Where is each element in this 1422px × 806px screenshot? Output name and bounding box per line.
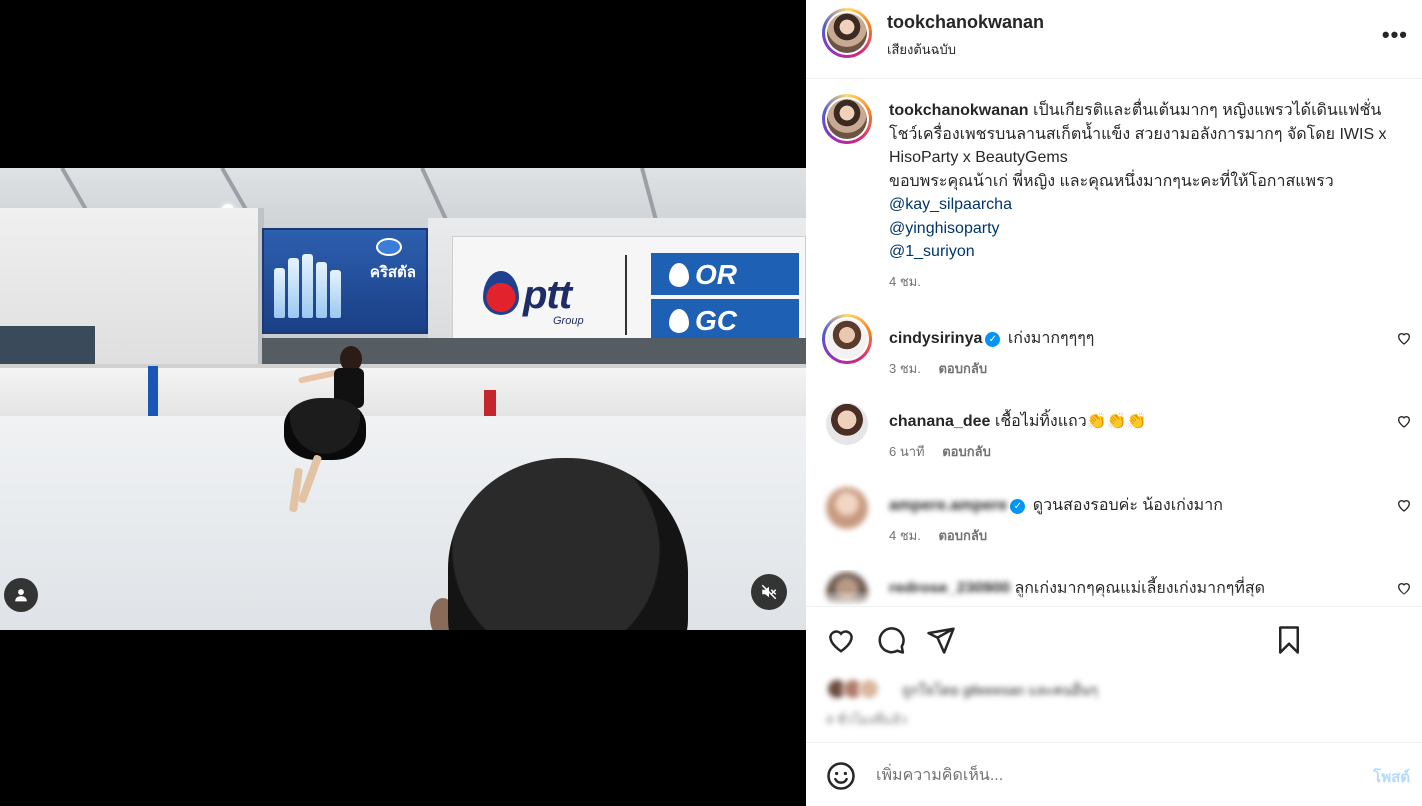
comment-item: chanana_dee เชื้อไม่ทิ้งแถว👏👏👏 6 นาที ตอ…: [806, 403, 1422, 483]
author-avatar[interactable]: [822, 8, 872, 58]
media-pane: คริสตัล ptt Group OR GC: [0, 0, 806, 806]
post-time-ago[interactable]: 4 ชั่วโมงที่แล้ว: [826, 709, 907, 730]
comment-composer: โพสต์: [806, 742, 1422, 806]
mention-link[interactable]: @kay_silpaarcha: [889, 193, 1409, 217]
crystal-logo: [376, 238, 402, 256]
user-icon: [15, 589, 27, 602]
post-caption: tookchanokwanan เป็นเกียรติและตื่นเต้นมา…: [889, 99, 1409, 293]
tagged-users-button[interactable]: [4, 578, 38, 612]
comment-time[interactable]: 3 ชม.: [889, 361, 921, 376]
author-username[interactable]: tookchanokwanan: [887, 12, 1044, 33]
sponsor-banner-ptt: ptt Group OR GC: [452, 236, 806, 348]
reply-button[interactable]: ตอบกลับ: [938, 528, 987, 543]
post-header: tookchanokwanan เสียงต้นฉบับ •••: [806, 0, 1422, 79]
caption-author-avatar[interactable]: [822, 94, 872, 144]
comment-text: ampere.ampere ✓ ดูวนสองรอบค่ะ น้องเก่งมาก: [889, 493, 1223, 518]
commenter-avatar[interactable]: [826, 403, 868, 445]
reply-button[interactable]: ตอบกลับ: [938, 361, 987, 376]
comment-item: ampere.ampere ✓ ดูวนสองรอบค่ะ น้องเก่งมาก…: [806, 487, 1422, 567]
reply-button[interactable]: ตอบกลับ: [942, 444, 991, 459]
mute-toggle-button[interactable]: [751, 574, 787, 610]
comment-like-heart-icon[interactable]: [1396, 497, 1412, 513]
stands: [0, 326, 95, 366]
ptt-logo-group: Group: [553, 315, 584, 327]
comments-fade: [806, 590, 1422, 606]
post-video[interactable]: คริสตัล ptt Group OR GC: [0, 168, 806, 630]
comment-like-heart-icon[interactable]: [1396, 413, 1412, 429]
verified-badge-icon: ✓: [985, 332, 1001, 347]
bookmark-icon[interactable]: [1274, 625, 1304, 655]
likes-summary[interactable]: ถูกใจโดย g8eeesan และคนอื่นๆ: [826, 676, 1386, 702]
comment-input[interactable]: [876, 763, 1336, 789]
bottle-graphic: [288, 258, 299, 318]
smiley-icon[interactable]: [826, 761, 856, 791]
ptt-logo-wordmark: ptt: [523, 273, 572, 317]
gc-logo: GC: [651, 299, 799, 343]
rink-boards: [0, 364, 806, 422]
comment-like-heart-icon[interactable]: [1396, 330, 1412, 346]
comment-time[interactable]: 4 ชม.: [889, 528, 921, 543]
comment-username[interactable]: cindysirinya: [889, 330, 982, 347]
comment-time[interactable]: 6 นาที: [889, 444, 925, 459]
post-viewer: คริสตัล ptt Group OR GC tookchanokwanan …: [0, 0, 1422, 806]
audio-label[interactable]: เสียงต้นฉบับ: [887, 39, 956, 60]
bottle-graphic: [274, 268, 285, 318]
comment-meta: 3 ชม. ตอบกลับ: [889, 358, 987, 379]
comment-text: chanana_dee เชื้อไม่ทิ้งแถว👏👏👏: [889, 409, 1146, 434]
bottle-graphic: [330, 270, 341, 318]
comment-username[interactable]: ampere.ampere: [889, 497, 1007, 514]
post-details-panel: tookchanokwanan เสียงต้นฉบับ ••• tookcha…: [806, 0, 1422, 806]
caption-thanks: ขอบพระคุณน้าเก่ พี่หญิง และคุณหนึ่งมากๆน…: [889, 172, 1334, 190]
comment-meta: 6 นาที ตอบกลับ: [889, 441, 991, 462]
action-bar: [806, 606, 1422, 670]
or-logo: OR: [651, 253, 799, 295]
comment-body: ดูวนสองรอบค่ะ น้องเก่งมาก: [1032, 497, 1223, 514]
bottle-graphic: [302, 254, 313, 318]
comment-bubble-icon[interactable]: [876, 625, 906, 655]
comment-item: cindysirinya ✓ เก่งมากๆๆๆๆ 3 ชม. ตอบกลับ: [806, 314, 1422, 400]
comment-username[interactable]: chanana_dee: [889, 413, 990, 430]
commenter-avatar[interactable]: [826, 487, 868, 529]
verified-badge-icon: ✓: [1010, 499, 1026, 514]
mention-link[interactable]: @1_suriyon: [889, 240, 1409, 264]
post-comment-button[interactable]: โพสต์: [1373, 765, 1410, 789]
paper-plane-icon[interactable]: [926, 625, 956, 655]
likes-text[interactable]: ถูกใจโดย g8eeesan และคนอื่นๆ: [902, 680, 1098, 702]
muted-speaker-icon: [761, 584, 777, 600]
banner-divider: [625, 255, 627, 335]
crystal-brand-mark: คริสตัล: [369, 264, 416, 281]
comment-meta: 4 ชม. ตอบกลับ: [889, 525, 987, 546]
comment-body: เชื้อไม่ทิ้งแถว👏👏👏: [994, 413, 1147, 430]
liker-avatar: [858, 678, 880, 700]
caption-timestamp[interactable]: 4 ชม.: [889, 270, 1409, 294]
comment-text: cindysirinya ✓ เก่งมากๆๆๆๆ: [889, 326, 1094, 351]
more-options-button[interactable]: •••: [1382, 22, 1408, 48]
heart-icon[interactable]: [826, 625, 856, 655]
sponsor-banner-crystal: คริสตัล: [262, 228, 428, 334]
skater-dress: [284, 398, 366, 460]
bottle-graphic: [316, 262, 327, 318]
blue-line-marker: [148, 366, 158, 418]
comment-body: เก่งมากๆๆๆๆ: [1007, 330, 1095, 347]
commenter-avatar[interactable]: [822, 314, 872, 364]
caption-username[interactable]: tookchanokwanan: [889, 102, 1029, 119]
mention-link[interactable]: @yinghisoparty: [889, 217, 1409, 241]
ptt-logo: [483, 271, 519, 315]
